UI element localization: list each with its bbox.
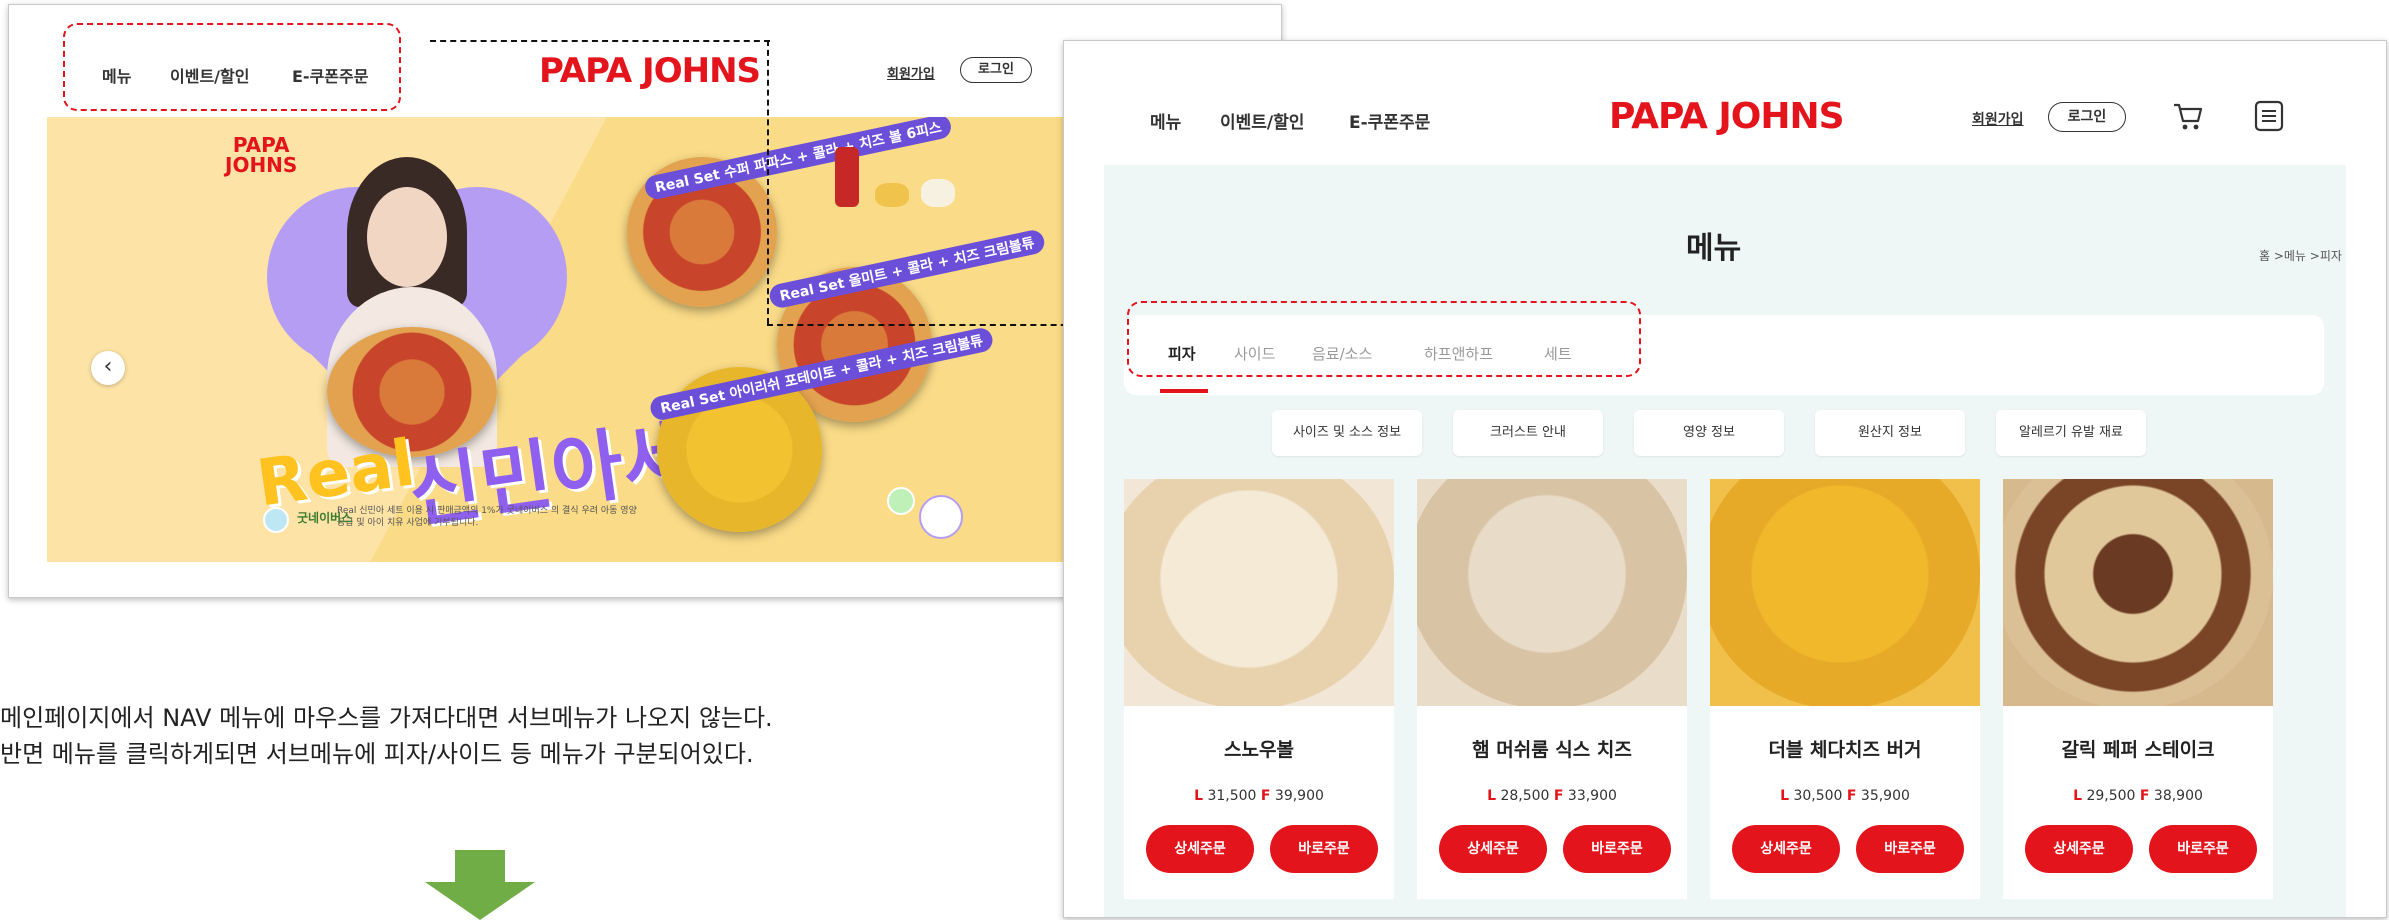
product-card[interactable]: 더블 체다치즈 버거 L 30,500 F 35,900 상세주문 바로주문 xyxy=(1710,479,1980,899)
chevron-left-icon[interactable]: ‹ xyxy=(91,351,125,385)
heart-eyes-icon xyxy=(919,495,963,539)
cart-icon[interactable] xyxy=(2171,99,2205,133)
connector-horizontal-top xyxy=(430,40,770,42)
menu-content-area: 메뉴 홈 >메뉴 >피자 피자 사이드 음료/소스 하프앤하프 세트 사이즈 및… xyxy=(1104,165,2346,917)
size-sauce-info-button[interactable]: 사이즈 및 소스 정보 xyxy=(1272,410,1422,456)
nutrition-info-button[interactable]: 영양 정보 xyxy=(1634,410,1784,456)
arrow-down-icon xyxy=(425,850,535,920)
product-card[interactable]: 햄 머쉬룸 식스 치즈 L 28,500 F 33,900 상세주문 바로주문 xyxy=(1417,479,1687,899)
product-price: L 28,500 F 33,900 xyxy=(1487,788,1617,804)
product-image xyxy=(1124,479,1394,706)
nav-event-link[interactable]: 이벤트/할인 xyxy=(1220,108,1304,133)
description-text: 메인페이지에서 NAV 메뉴에 마우스를 가져다대면 서브메뉴가 나오지 않는다… xyxy=(0,700,773,772)
product-price: L 30,500 F 35,900 xyxy=(1780,788,1910,804)
quick-order-button[interactable]: 바로주문 xyxy=(1856,825,1964,873)
login-button[interactable]: 로그인 xyxy=(2048,102,2126,132)
product-card[interactable]: 갈릭 페퍼 스테이크 L 29,500 F 38,900 상세주문 바로주문 xyxy=(2003,479,2273,899)
crust-info-button[interactable]: 크러스트 안내 xyxy=(1453,410,1603,456)
detail-order-button[interactable]: 상세주문 xyxy=(1439,825,1547,873)
signup-link[interactable]: 회원가입 xyxy=(1972,109,2024,129)
signup-link[interactable]: 회원가입 xyxy=(887,63,935,82)
hero-fine-print: Real 신민아 세트 이용 시 판매금액의 1%가 굿네이버스 의 결식 우려… xyxy=(337,506,637,528)
papajohns-logo[interactable]: PAPA JOHNS xyxy=(539,51,761,91)
detail-order-button[interactable]: 상세주문 xyxy=(2025,825,2133,873)
menu-page-screenshot: 메뉴 이벤트/할인 E-쿠폰주문 PAPA JOHNS 회원가입 로그인 메뉴 … xyxy=(1063,40,2387,918)
allergy-info-button[interactable]: 알레르기 유발 재료 xyxy=(1996,410,2146,456)
nav-menu-link[interactable]: 메뉴 xyxy=(1150,108,1181,133)
connector-horizontal-bottom xyxy=(767,324,1087,326)
login-button[interactable]: 로그인 xyxy=(960,57,1032,83)
quick-order-button[interactable]: 바로주문 xyxy=(1563,825,1671,873)
cheese-ball-image xyxy=(875,183,909,207)
connector-vertical xyxy=(767,40,769,324)
page-title: 메뉴 xyxy=(1686,231,1742,266)
papajohns-logo[interactable]: PAPA JOHNS xyxy=(1609,96,1845,137)
description-line-2: 반면 메뉴를 클릭하게되면 서브메뉴에 피자/사이드 등 메뉴가 구분되어있다. xyxy=(0,740,754,768)
hero-logo: PAPA JOHNS xyxy=(225,133,298,177)
smiley-icon xyxy=(263,507,289,533)
description-line-1: 메인페이지에서 NAV 메뉴에 마우스를 가져다대면 서브메뉴가 나오지 않는다… xyxy=(0,704,773,732)
breadcrumb: 홈 >메뉴 >피자 xyxy=(2259,249,2342,263)
goodneighbors-logo: 굿네이버스 xyxy=(297,511,353,525)
product-price: L 29,500 F 38,900 xyxy=(2073,788,2203,804)
product-name: 스노우볼 xyxy=(1224,739,1294,761)
product-image xyxy=(1417,479,1687,706)
highlight-submenu-tabs xyxy=(1127,301,1641,377)
cola-bottle-image xyxy=(835,147,859,207)
quick-order-button[interactable]: 바로주문 xyxy=(1270,825,1378,873)
product-image xyxy=(1710,479,1980,706)
product-card[interactable]: 스노우볼 L 31,500 F 39,900 상세주문 바로주문 xyxy=(1124,479,1394,899)
model-face xyxy=(367,187,447,287)
active-tab-indicator xyxy=(1160,389,1208,393)
menu-list-icon[interactable] xyxy=(2254,100,2284,132)
detail-order-button[interactable]: 상세주문 xyxy=(1146,825,1254,873)
nav-ecoupon-link[interactable]: E-쿠폰주문 xyxy=(1349,108,1430,133)
product-name: 햄 머쉬룸 식스 치즈 xyxy=(1472,739,1632,761)
origin-info-button[interactable]: 원산지 정보 xyxy=(1815,410,1965,456)
side-dish-image xyxy=(921,179,955,207)
detail-order-button[interactable]: 상세주문 xyxy=(1732,825,1840,873)
product-name: 더블 체다치즈 버거 xyxy=(1768,739,1922,761)
quick-order-button[interactable]: 바로주문 xyxy=(2149,825,2257,873)
product-price: L 31,500 F 39,900 xyxy=(1194,788,1324,804)
smiley-green-icon xyxy=(887,487,915,515)
product-name: 갈릭 페퍼 스테이크 xyxy=(2061,739,2215,761)
product-image xyxy=(2003,479,2273,706)
highlight-main-nav xyxy=(63,23,401,111)
